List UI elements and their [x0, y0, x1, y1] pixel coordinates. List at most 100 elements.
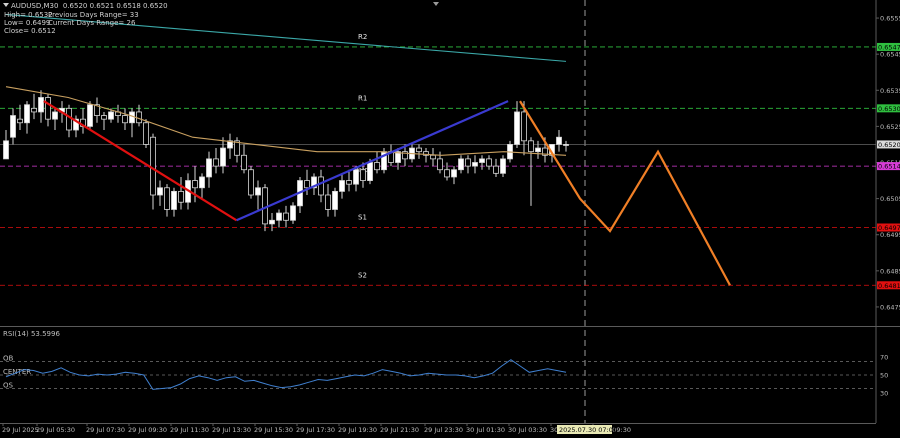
candle-body — [346, 180, 352, 185]
candle-body — [479, 158, 485, 163]
candle-body — [178, 190, 184, 203]
symbol-header: AUDUSD,M30 0.6520 0.6521 0.6518 0.6520 — [11, 2, 168, 10]
candle-body — [213, 158, 219, 167]
candle-body — [101, 115, 107, 120]
price-tick-label: 0.6485 — [880, 267, 900, 275]
candle-body — [493, 165, 499, 174]
candle-body — [255, 187, 261, 196]
price-tag-label: 0.6547 — [878, 43, 900, 51]
candle-body — [66, 107, 72, 131]
level-label-s2: S2 — [358, 271, 367, 279]
time-tick-label: 29 Jul 07:30 — [86, 426, 125, 434]
level-label-s1: S1 — [358, 214, 367, 222]
candle-body — [521, 111, 527, 142]
time-tick-label: 29 Jul 05:30 — [36, 426, 75, 434]
candle-body — [38, 97, 44, 113]
price-tick-label: 0.6545 — [880, 51, 900, 59]
dropdown-triangle-icon[interactable] — [3, 3, 9, 7]
price-tag-label: 0.6530 — [878, 105, 900, 113]
time-axis: 29 Jul 202529 Jul 05:30 29 Jul 07:30 29 Ju… — [2, 423, 631, 434]
candle-body — [129, 111, 135, 124]
candle-body — [10, 115, 16, 138]
candle-body — [416, 147, 422, 153]
time-tick-label: 29 Jul 09:30 — [128, 426, 167, 434]
candle-body — [24, 104, 30, 124]
candle-body — [31, 107, 37, 113]
rsi-tick-label: 30 — [880, 390, 888, 398]
candle-body — [283, 212, 289, 221]
indicator-lines — [5, 13, 567, 156]
candle-body — [290, 205, 296, 221]
candle-body — [367, 162, 373, 181]
candle-body — [52, 111, 58, 120]
candle-body — [157, 187, 163, 196]
candle-body — [304, 180, 310, 189]
time-tick-label: 30 Jul 01:30 — [466, 426, 505, 434]
candle-body — [472, 162, 478, 167]
candle-body — [500, 158, 506, 174]
candle-body — [143, 122, 149, 145]
time-tick-label: 29 Jul 17:30 — [296, 426, 335, 434]
price-tick-label: 0.6525 — [880, 123, 900, 131]
candle-body — [220, 147, 226, 167]
price-panel — [0, 0, 900, 424]
candle-body — [458, 158, 464, 171]
candle-body — [171, 190, 177, 210]
candle-body — [353, 169, 359, 185]
projection-zigzag[interactable] — [519, 100, 731, 286]
candle-body — [465, 158, 471, 167]
candle-body — [318, 176, 324, 196]
candle-body — [122, 115, 128, 124]
price-tick-label: 0.6535 — [880, 87, 900, 95]
candle-body — [17, 118, 23, 124]
candle-body — [241, 154, 247, 171]
candle-body — [374, 162, 380, 171]
time-tick-label: 30 Jul 03:30 — [508, 426, 547, 434]
level-label-r1: R1 — [358, 94, 367, 102]
candle-body — [108, 111, 114, 120]
candle-body — [535, 147, 541, 153]
candle-body — [87, 104, 93, 127]
price-tag-label: 0.6497 — [878, 224, 900, 232]
time-tick-label: 29 Jul 19:30 — [338, 426, 377, 434]
cursor-time-label: 2025.07.30 07:00 — [559, 426, 617, 434]
time-tick-label: 29 Jul 23:30 — [424, 426, 463, 434]
rsi-os-label: OS — [3, 382, 14, 390]
candle-body — [192, 180, 198, 189]
time-tick-label: 29 Jul 21:30 — [380, 426, 419, 434]
price-tick-label: 0.6505 — [880, 195, 900, 203]
rsi-panel: OBCENTEROSRSI(14) 53.5996705030 — [0, 330, 888, 398]
candle-body — [325, 194, 331, 210]
chart-canvas[interactable]: R2R1PivotS1S2 0.65550.65450.65350.65250.… — [0, 0, 900, 438]
price-tag-label: 0.6481 — [878, 282, 900, 290]
previous-days-range: Previous Days Range= 33 — [48, 11, 139, 19]
price-tick-label: 0.6555 — [880, 15, 900, 23]
rsi-tick-label: 50 — [880, 372, 888, 380]
rsi-label: RSI(14) 53.5996 — [3, 330, 60, 338]
candle-body — [514, 111, 520, 145]
candle-body — [269, 219, 275, 225]
rsi-tick-label: 70 — [880, 354, 888, 362]
rsi-line — [5, 359, 567, 390]
chart-shift-triangle-icon[interactable] — [433, 2, 439, 6]
close-value: Close= 0.6512 — [4, 27, 56, 35]
candle-body — [486, 158, 492, 167]
price-tick-label: 0.6475 — [880, 303, 900, 311]
current-days-range: Current Days Range= 26 — [48, 19, 136, 27]
candle-body — [150, 136, 156, 196]
price-tag-label: 0.6520 — [878, 141, 900, 149]
candle-body — [528, 140, 534, 153]
time-tick-label: 29 Jul 15:30 — [254, 426, 293, 434]
price-tag-label: 0.6514 — [878, 163, 900, 171]
level-label-r2: R2 — [358, 33, 367, 41]
time-tick-label: 29 Jul 11:30 — [170, 426, 209, 434]
time-tick-label: 29 Jul 13:30 — [212, 426, 251, 434]
price-axis: 0.65550.65450.65350.65250.65150.65050.64… — [876, 15, 900, 311]
high-value: High= 0.6532 — [4, 11, 53, 19]
price-tick-label: 0.6495 — [880, 231, 900, 239]
candle-body — [360, 169, 366, 181]
candle-body — [339, 180, 345, 192]
candle-body — [444, 169, 450, 178]
candle-body — [164, 187, 170, 210]
candle-body — [556, 136, 562, 145]
